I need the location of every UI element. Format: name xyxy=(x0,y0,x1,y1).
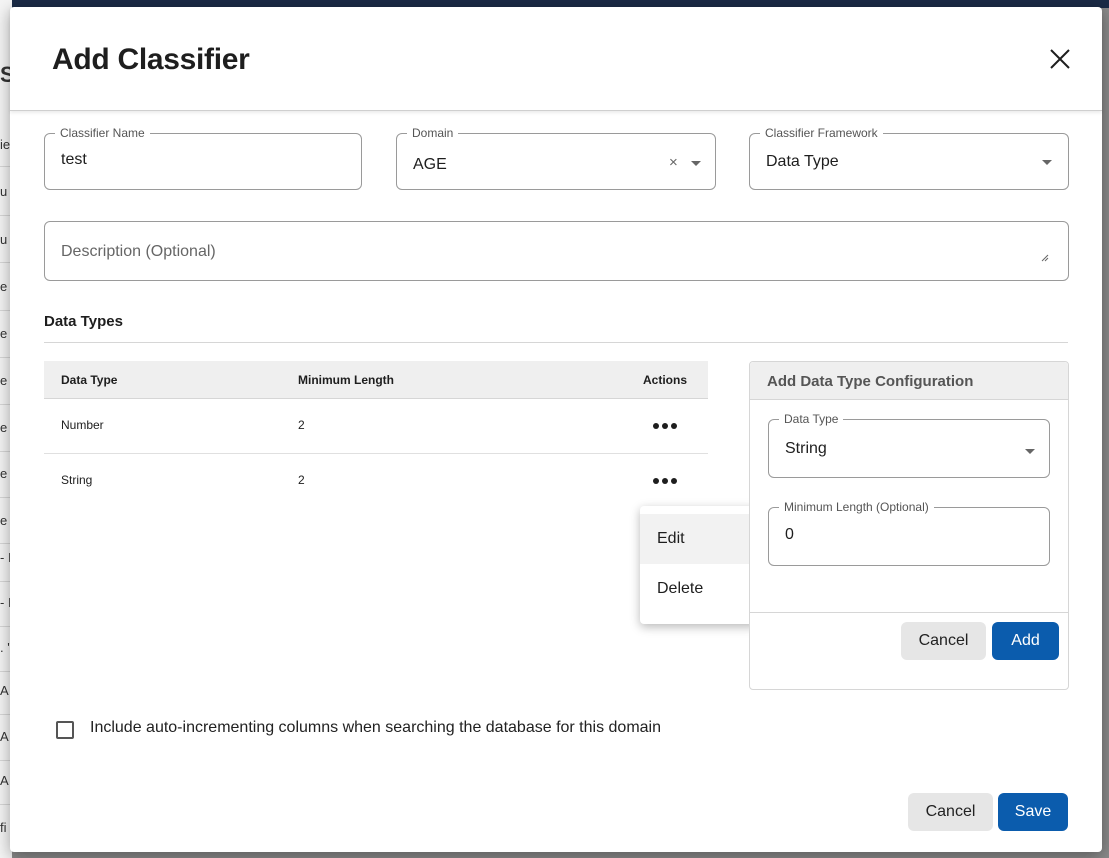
more-icon-dot xyxy=(662,478,668,484)
panel-title: Add Data Type Configuration xyxy=(767,373,974,390)
data-type-value: String xyxy=(785,440,827,457)
more-icon-dot xyxy=(653,423,659,429)
section-divider xyxy=(44,342,1068,343)
row-actions-menu: Edit Delete xyxy=(640,506,758,624)
cancel-button[interactable]: Cancel xyxy=(908,793,993,831)
data-type-select[interactable]: Data Type String xyxy=(768,412,1050,478)
data-types-heading: Data Types xyxy=(44,313,123,330)
table-header: Data Type Minimum Length Actions xyxy=(44,361,708,399)
row-data-type: Number xyxy=(61,418,104,432)
auto-increment-checkbox-label: Include auto-incrementing columns when s… xyxy=(90,719,661,736)
row-minimum-length: 2 xyxy=(298,418,305,432)
row-actions-button[interactable] xyxy=(650,470,680,490)
row-actions-button[interactable] xyxy=(650,415,680,435)
add-data-type-panel: Add Data Type Configuration Data Type St… xyxy=(749,361,1069,690)
classifier-framework-value: Data Type xyxy=(766,153,839,170)
close-button[interactable] xyxy=(1046,45,1074,73)
chevron-down-icon[interactable] xyxy=(1025,449,1035,454)
column-header-actions: Actions xyxy=(643,373,688,387)
domain-select[interactable]: Domain AGE × xyxy=(396,126,716,190)
table-row: String 2 xyxy=(44,454,708,509)
menu-item-delete[interactable]: Delete xyxy=(640,564,758,614)
description-placeholder: Description (Optional) xyxy=(61,243,216,260)
column-header-data-type: Data Type xyxy=(61,373,118,387)
chevron-down-icon[interactable] xyxy=(691,161,701,166)
menu-item-edit[interactable]: Edit xyxy=(640,514,758,564)
more-icon-dot xyxy=(662,423,668,429)
classifier-name-value: test xyxy=(61,151,87,168)
column-header-minimum-length: Minimum Length xyxy=(298,373,394,387)
classifier-framework-select[interactable]: Classifier Framework Data Type xyxy=(749,126,1069,190)
resize-handle-icon[interactable] xyxy=(1041,254,1049,262)
auto-increment-checkbox[interactable] xyxy=(56,721,74,739)
panel-cancel-button[interactable]: Cancel xyxy=(901,622,986,660)
classifier-name-label: Classifier Name xyxy=(55,126,150,140)
domain-label: Domain xyxy=(407,126,459,140)
more-icon-dot xyxy=(671,423,677,429)
classifier-framework-label: Classifier Framework xyxy=(760,126,883,140)
row-data-type: String xyxy=(61,473,93,487)
clear-icon[interactable]: × xyxy=(669,154,678,171)
dialog-header: Add Classifier xyxy=(10,7,1102,111)
domain-value: AGE xyxy=(413,156,447,173)
minimum-length-field[interactable]: Minimum Length (Optional) 0 xyxy=(768,500,1050,566)
more-icon-dot xyxy=(653,478,659,484)
description-textarea[interactable]: Description (Optional) xyxy=(44,221,1069,281)
minimum-length-label: Minimum Length (Optional) xyxy=(779,500,934,514)
chevron-down-icon[interactable] xyxy=(1042,160,1052,165)
dialog-title: Add Classifier xyxy=(52,43,250,76)
minimum-length-value: 0 xyxy=(785,526,794,543)
panel-divider xyxy=(750,612,1068,613)
classifier-name-field[interactable]: Classifier Name test xyxy=(44,126,362,190)
close-icon xyxy=(1050,49,1070,69)
save-button[interactable]: Save xyxy=(998,793,1068,831)
data-type-label: Data Type xyxy=(779,412,844,426)
add-button[interactable]: Add xyxy=(992,622,1059,660)
add-classifier-dialog: Add Classifier Classifier Name test Doma… xyxy=(10,7,1102,852)
row-minimum-length: 2 xyxy=(298,473,305,487)
panel-header: Add Data Type Configuration xyxy=(750,362,1068,400)
more-icon-dot xyxy=(671,478,677,484)
table-row: Number 2 xyxy=(44,399,708,454)
